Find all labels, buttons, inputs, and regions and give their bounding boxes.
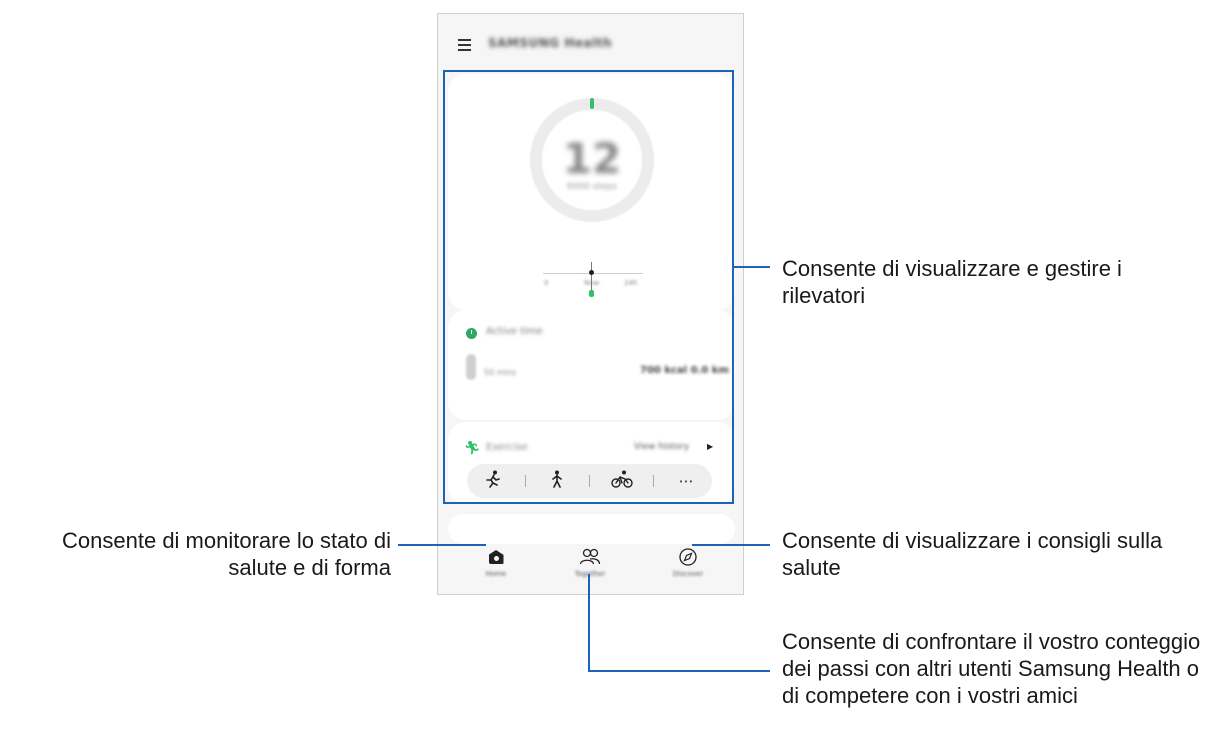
callout-line-together-h — [588, 670, 770, 672]
next-card-peek — [448, 514, 735, 544]
callout-together: Consente di confrontare il vostro conteg… — [782, 629, 1201, 708]
callout-trackers: Consente di visualizzare e gestire i ril… — [782, 256, 1122, 308]
app-title: SAMSUNG Health — [488, 36, 612, 50]
callout-line-trackers — [734, 266, 770, 268]
app-bar: SAMSUNG Health — [438, 14, 743, 72]
nav-together-label: Together — [574, 570, 606, 578]
menu-icon[interactable] — [458, 39, 471, 51]
nav-discover[interactable]: Discover — [658, 547, 718, 578]
bottom-nav: Home Together Discover — [438, 541, 743, 594]
nav-discover-label: Discover — [672, 570, 704, 578]
nav-home[interactable]: Home — [466, 547, 526, 578]
callout-line-together-v — [588, 574, 590, 672]
callout-home: Consente di monitorare lo stato di salut… — [62, 528, 391, 580]
nav-home-label: Home — [485, 570, 507, 578]
callout-line-home — [398, 544, 486, 546]
compass-icon — [658, 547, 718, 567]
callout-line-discover — [692, 544, 770, 546]
callout-discover: Consente di visualizzare i consigli sull… — [782, 528, 1163, 580]
people-icon — [560, 547, 620, 567]
nav-together[interactable]: Together — [560, 547, 620, 578]
home-icon — [488, 550, 504, 564]
trackers-highlight-box — [443, 70, 734, 504]
